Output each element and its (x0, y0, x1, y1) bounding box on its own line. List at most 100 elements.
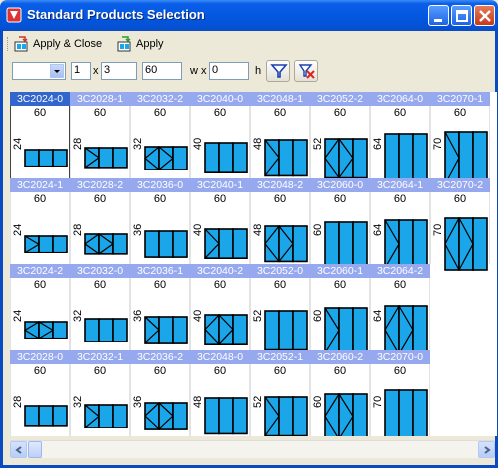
product-cell[interactable]: 3C2032-0 60 32 (70, 264, 130, 350)
scroll-right-button[interactable] (478, 441, 495, 458)
product-preview: 60 52 (310, 106, 370, 179)
width-dimension: 60 (333, 279, 347, 291)
product-grid: 3C2024-0 60 24 3C2028-1 60 28 3C2032-2 60 32 3C20… (10, 92, 497, 436)
combo-dropdown-button[interactable] (50, 64, 64, 78)
clear-filter-button[interactable] (294, 60, 318, 82)
product-code: 3C2048-2 (250, 178, 310, 192)
product-code: 3C2032-0 (70, 264, 130, 278)
height-dimension: 32 (72, 395, 84, 408)
product-code: 3C2060-1 (310, 264, 370, 278)
product-cell[interactable]: 3C2040-2 60 40 (190, 264, 250, 350)
product-preview: 60 70 (430, 106, 490, 185)
product-cell[interactable]: 3C2028-0 60 28 (10, 350, 70, 436)
width-field[interactable]: 60 (142, 62, 182, 80)
product-preview: 60 64 (370, 278, 430, 355)
window-diagram-icon (264, 309, 308, 351)
product-cell[interactable]: 3C2048-0 60 48 (190, 350, 250, 436)
product-cell[interactable]: 3C2064-0 60 64 (370, 92, 430, 183)
height-field[interactable]: 0 (209, 62, 249, 80)
product-cell[interactable]: 3C2060-2 60 60 (310, 350, 370, 436)
product-preview: 60 28 (10, 364, 70, 436)
product-cell[interactable]: 3C2064-1 60 64 (370, 178, 430, 269)
height-dimension: 52 (312, 137, 324, 150)
product-preview: 60 64 (370, 192, 430, 269)
apply-button[interactable]: Apply (116, 35, 164, 53)
height-dimension: 48 (252, 223, 264, 236)
scroll-thumb[interactable] (28, 441, 42, 458)
product-code: 3C2024-1 (10, 178, 70, 192)
product-cell[interactable]: 3C2048-1 60 48 (250, 92, 310, 178)
window-diagram-icon (324, 137, 368, 179)
x-label: x (93, 65, 99, 77)
product-cell[interactable]: 3C2052-0 60 52 (250, 264, 310, 351)
product-preview: 60 48 (250, 192, 310, 264)
columns-field[interactable]: 3 (101, 62, 137, 80)
scroll-left-button[interactable] (10, 441, 27, 458)
height-dimension: 52 (252, 309, 264, 322)
product-preview: 60 36 (130, 278, 190, 350)
width-dimension: 60 (213, 279, 227, 291)
product-cell[interactable]: 3C2036-0 60 36 (130, 178, 190, 264)
height-dimension: 64 (372, 309, 384, 322)
product-code: 3C2048-0 (190, 350, 250, 364)
window-diagram-icon (384, 305, 428, 355)
product-cell[interactable]: 3C2070-0 60 70 (370, 350, 430, 436)
product-preview: 60 28 (70, 192, 130, 264)
width-dimension: 60 (213, 193, 227, 205)
product-cell[interactable]: 3C2070-1 60 70 (430, 92, 490, 185)
height-dimension: 36 (132, 395, 144, 408)
apply-close-button[interactable]: Apply & Close (13, 35, 102, 53)
product-cell[interactable]: 3C2028-2 60 28 (70, 178, 130, 264)
product-cell[interactable]: 3C2024-1 60 24 (10, 178, 70, 264)
clear-filter-icon (298, 64, 315, 79)
product-cell[interactable]: 3C2032-2 60 32 (130, 92, 190, 178)
count-field[interactable]: 1 (71, 62, 91, 80)
height-dimension: 52 (252, 395, 264, 408)
product-cell[interactable]: 3C2024-2 60 24 (10, 264, 70, 350)
close-button[interactable] (474, 5, 495, 26)
product-cell[interactable]: 3C2024-0 60 24 (10, 92, 70, 179)
toolbar-grip[interactable] (7, 37, 11, 51)
product-preview: 60 48 (250, 106, 310, 178)
filter-bar: 1 x 3 60 w x 0 h (3, 58, 495, 88)
maximize-button[interactable] (451, 5, 472, 26)
product-code: 3C2040-0 (190, 92, 250, 106)
product-cell[interactable]: 3C2036-2 60 36 (130, 350, 190, 436)
resize-grip[interactable] (3, 458, 495, 465)
height-dimension: 32 (132, 137, 144, 150)
product-code: 3C2024-0 (10, 92, 70, 106)
width-dimension: 60 (393, 193, 407, 205)
product-cell[interactable]: 3C2060-1 60 60 (310, 264, 370, 354)
product-cell[interactable]: 3C2040-1 60 40 (190, 178, 250, 264)
window-diagram-icon (384, 133, 428, 183)
height-dimension: 64 (372, 137, 384, 150)
product-cell[interactable]: 3C2052-2 60 52 (310, 92, 370, 179)
app-icon (6, 7, 22, 23)
maximize-icon (456, 10, 468, 22)
product-cell[interactable]: 3C2040-0 60 40 (190, 92, 250, 178)
horizontal-scrollbar[interactable] (10, 440, 495, 458)
window-diagram-icon (204, 142, 248, 174)
product-preview: 60 64 (370, 106, 430, 183)
product-cell[interactable]: 3C2032-1 60 32 (70, 350, 130, 436)
filter-button[interactable] (266, 60, 290, 82)
product-cell[interactable]: 3C2064-2 60 64 (370, 264, 430, 355)
h-label: h (255, 65, 262, 77)
height-dimension: 70 (372, 395, 384, 408)
product-cell[interactable]: 3C2052-1 60 52 (250, 350, 310, 436)
product-preview: 60 36 (130, 192, 190, 264)
type-combo[interactable] (12, 62, 66, 80)
product-cell[interactable]: 3C2060-0 60 60 (310, 178, 370, 268)
product-cell[interactable]: 3C2048-2 60 48 (250, 178, 310, 264)
product-cell[interactable]: 3C2036-1 60 36 (130, 264, 190, 350)
product-cell[interactable]: 3C2028-1 60 28 (70, 92, 130, 178)
title-bar[interactable]: Standard Products Selection (0, 0, 498, 31)
width-dimension: 60 (153, 365, 167, 377)
close-icon (479, 10, 491, 22)
window-diagram-icon (84, 147, 128, 169)
window-diagram-icon (84, 233, 128, 255)
product-preview: 60 40 (190, 278, 250, 350)
minimize-button[interactable] (428, 5, 449, 26)
product-cell[interactable]: 3C2070-2 60 70 (430, 178, 490, 271)
window-diagram-icon (24, 234, 68, 254)
